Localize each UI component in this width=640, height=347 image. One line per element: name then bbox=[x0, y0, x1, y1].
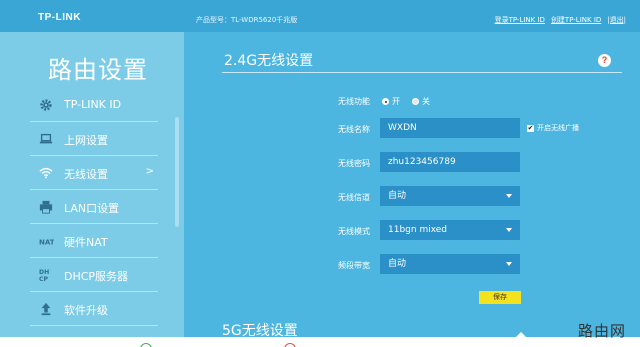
create-tplink-id-link[interactable]: 创建TP-LINK ID bbox=[551, 15, 601, 25]
main-panel: 2.4G无线设置 ? 无线功能 开 关 无线名称 WXDN ✔ 开启无线广播 无… bbox=[184, 32, 640, 339]
channel-value: 自动 bbox=[388, 191, 407, 201]
svg-text:CP: CP bbox=[39, 276, 48, 282]
bandwidth-value: 自动 bbox=[388, 259, 407, 269]
bottom-bar bbox=[0, 337, 640, 347]
sidebar: 路由设置 TP-LINK ID 上网设置 无线设置 > LAN口设置 NAT 硬… bbox=[0, 32, 184, 337]
watermark: 路由网 bbox=[578, 322, 627, 340]
bandwidth-select[interactable]: 自动 bbox=[380, 254, 520, 274]
tp-link-logo: TP-LINK bbox=[38, 12, 81, 23]
top-bar: TP-LINK 产品型号：TL-WDR5620千兆版 登录TP-LINK ID … bbox=[0, 0, 640, 32]
broadcast-label: 开启无线广播 bbox=[537, 124, 579, 132]
sidebar-item-hardware-nat[interactable]: NAT 硬件NAT bbox=[30, 224, 158, 258]
wireless-on-label: 开 bbox=[392, 97, 400, 106]
password-label: 无线密码 bbox=[338, 159, 370, 168]
section-title: 2.4G无线设置 bbox=[224, 53, 314, 69]
mode-select[interactable]: 11bgn mixed bbox=[380, 220, 520, 240]
nat-icon: NAT bbox=[39, 239, 54, 247]
wireless-on-radio[interactable] bbox=[382, 98, 389, 105]
wireless-function-radio-group: 开 关 bbox=[382, 96, 430, 107]
sidebar-scrollbar[interactable] bbox=[175, 117, 179, 227]
mode-label: 无线模式 bbox=[338, 227, 370, 236]
section-divider bbox=[222, 72, 622, 73]
channel-label: 无线信道 bbox=[338, 193, 370, 202]
svg-text:NAT: NAT bbox=[39, 239, 54, 247]
wireless-off-label: 关 bbox=[422, 97, 430, 106]
help-icon[interactable]: ? bbox=[598, 54, 611, 67]
password-input[interactable]: zhu123456789 bbox=[380, 152, 520, 172]
sidebar-item-tplink-id[interactable]: TP-LINK ID bbox=[30, 88, 158, 122]
sidebar-menu: TP-LINK ID 上网设置 无线设置 > LAN口设置 NAT 硬件NAT … bbox=[0, 88, 170, 326]
wireless-off-radio[interactable] bbox=[412, 98, 419, 105]
broadcast-checkbox[interactable]: ✔ bbox=[527, 124, 534, 132]
product-model: 产品型号：TL-WDR5620千兆版 bbox=[196, 16, 298, 24]
account-links: 登录TP-LINK ID 创建TP-LINK ID |退出| bbox=[495, 15, 626, 25]
chevron-down-icon bbox=[506, 228, 512, 232]
mode-value: 11bgn mixed bbox=[388, 225, 448, 235]
sidebar-item-label: 软件升级 bbox=[64, 304, 108, 317]
sidebar-item-dhcp[interactable]: DH CP DHCP服务器 bbox=[30, 258, 158, 292]
sidebar-item-lan[interactable]: LAN口设置 bbox=[30, 190, 158, 224]
broadcast-checkbox-group: ✔ 开启无线广播 bbox=[527, 123, 579, 133]
sidebar-item-label: 硬件NAT bbox=[64, 236, 108, 249]
sidebar-item-label: DHCP服务器 bbox=[64, 270, 129, 283]
ssid-input[interactable]: WXDN bbox=[380, 118, 520, 138]
sidebar-item-label: LAN口设置 bbox=[64, 202, 120, 215]
bandwidth-label: 频段带宽 bbox=[338, 261, 370, 270]
dhcp-icon: DH CP bbox=[39, 269, 49, 282]
chevron-down-icon bbox=[506, 194, 512, 198]
upload-icon bbox=[41, 302, 51, 316]
sidebar-item-label: 上网设置 bbox=[64, 134, 108, 147]
channel-select[interactable]: 自动 bbox=[380, 186, 520, 206]
sidebar-item-label: TP-LINK ID bbox=[64, 98, 122, 111]
sidebar-item-label: 无线设置 bbox=[64, 168, 108, 181]
chevron-down-icon bbox=[506, 262, 512, 266]
printer-icon bbox=[39, 200, 53, 214]
svg-text:DH: DH bbox=[39, 269, 49, 276]
gear-icon bbox=[40, 99, 52, 111]
save-button[interactable]: 保存 bbox=[479, 291, 521, 304]
logout-link[interactable]: |退出| bbox=[607, 15, 626, 25]
laptop-icon bbox=[39, 133, 53, 144]
chevron-right-icon: > bbox=[145, 166, 154, 177]
login-tplink-id-link[interactable]: 登录TP-LINK ID bbox=[495, 15, 545, 25]
wireless-function-label: 无线功能 bbox=[338, 97, 370, 106]
wifi-icon bbox=[39, 167, 53, 179]
sidebar-item-wireless[interactable]: 无线设置 > bbox=[30, 156, 158, 190]
sidebar-item-internet[interactable]: 上网设置 bbox=[30, 122, 158, 156]
sidebar-item-software-upgrade[interactable]: 软件升级 bbox=[30, 292, 158, 326]
ssid-label: 无线名称 bbox=[338, 125, 370, 134]
sidebar-title: 路由设置 bbox=[48, 56, 148, 84]
